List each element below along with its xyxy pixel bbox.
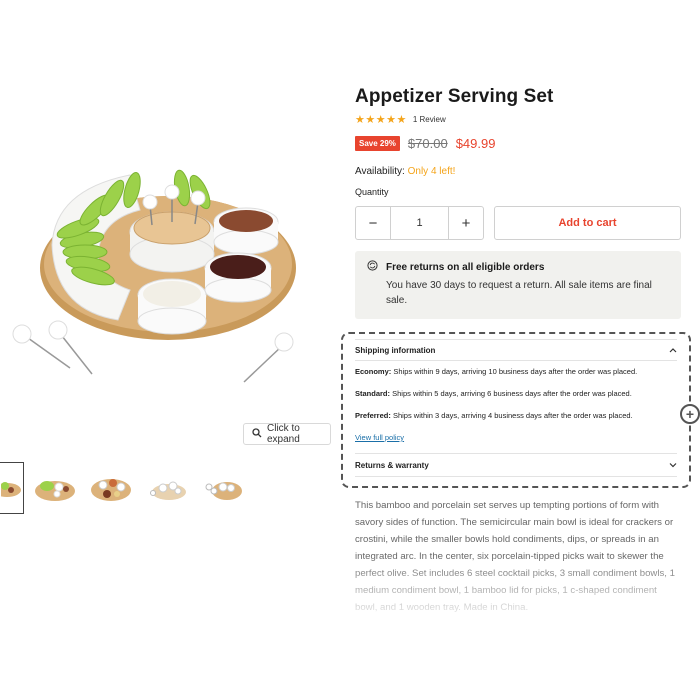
preferred-text: Ships within 3 days, arriving 4 business…	[390, 411, 633, 420]
economy-text: Ships within 9 days, arriving 10 busines…	[391, 367, 638, 376]
original-price: $70.00	[407, 136, 448, 151]
divider	[355, 339, 677, 340]
quantity-label: Quantity	[355, 187, 389, 197]
stock-status: Only 4 left!	[407, 166, 456, 177]
returns-notice: Free returns on all eligible orders You …	[355, 251, 681, 319]
refresh-icon	[367, 260, 378, 274]
thumbnail-5[interactable]	[198, 462, 248, 514]
divider	[355, 453, 677, 454]
standard-text: Ships within 5 days, arriving 6 business…	[390, 389, 632, 398]
view-full-policy-link[interactable]: View full policy	[355, 433, 404, 442]
add-circle-icon[interactable]: +	[680, 404, 700, 424]
shipping-preferred: Preferred: Ships within 3 days, arriving…	[355, 411, 633, 420]
returns-text: You have 30 days to request a return. Al…	[386, 280, 652, 306]
product-main-image[interactable]	[0, 150, 340, 390]
quantity-increase-button[interactable]: +	[449, 207, 483, 239]
standard-label: Standard:	[355, 389, 391, 398]
chevron-up-icon	[669, 346, 677, 355]
divider	[355, 360, 677, 361]
chevron-down-icon	[669, 461, 677, 470]
availability-label: Availability:	[355, 166, 405, 177]
returns-accordion-header[interactable]: Returns & warranty	[355, 461, 677, 470]
expand-label: Click to expand	[267, 423, 300, 445]
save-badge: Save 29%	[355, 136, 400, 151]
price-row: Save 29% $70.00 $49.99	[355, 136, 495, 151]
preferred-label: Preferred:	[355, 411, 391, 420]
star-rating-icon: ★★★★★	[355, 114, 407, 126]
returns-title: Free returns on all eligible orders	[386, 261, 545, 273]
rating-row[interactable]: ★★★★★ 1 Review	[355, 113, 446, 126]
shipping-header-label: Shipping information	[355, 346, 436, 355]
product-title: Appetizer Serving Set	[355, 86, 554, 107]
quantity-stepper: − 1 +	[355, 206, 484, 240]
thumbnail-4[interactable]	[142, 462, 192, 514]
shipping-standard: Standard: Ships within 5 days, arriving …	[355, 389, 632, 398]
shipping-economy: Economy: Ships within 9 days, arriving 1…	[355, 367, 637, 376]
thumbnail-strip	[0, 462, 248, 514]
divider	[355, 476, 677, 477]
economy-label: Economy:	[355, 367, 392, 376]
description-fade	[340, 555, 700, 615]
click-to-expand-button[interactable]: Click to expand	[243, 423, 331, 445]
review-count[interactable]: 1 Review	[413, 115, 446, 124]
thumbnail-2[interactable]	[30, 462, 80, 514]
zoom-icon	[252, 427, 262, 441]
thumbnail-1[interactable]	[0, 462, 24, 514]
sale-price: $49.99	[455, 136, 496, 151]
quantity-decrease-button[interactable]: −	[356, 207, 390, 239]
availability: Availability: Only 4 left!	[355, 166, 455, 177]
shipping-accordion-header[interactable]: Shipping information	[355, 346, 677, 355]
thumbnail-3[interactable]	[86, 462, 136, 514]
quantity-input[interactable]: 1	[390, 207, 449, 239]
add-to-cart-button[interactable]: Add to cart	[494, 206, 681, 240]
returns-header-label: Returns & warranty	[355, 461, 429, 470]
